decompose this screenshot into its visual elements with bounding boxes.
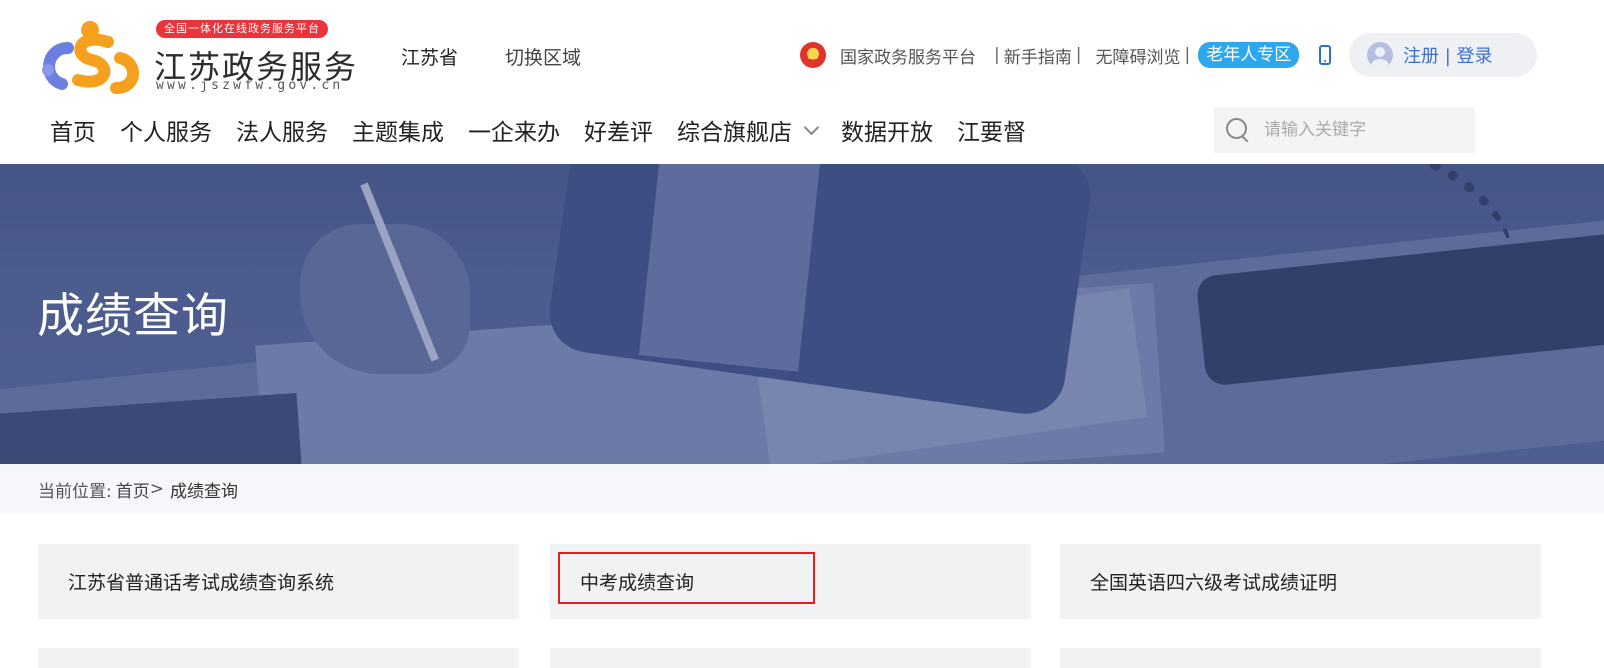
card-row-2[interactable] xyxy=(38,648,519,668)
top-links: 国家政务服务平台 | 新手指南 | 无障碍浏览 | 老年人专区 xyxy=(800,38,1332,72)
nav-item-flagship-store[interactable]: 综合旗舰店 xyxy=(677,113,820,147)
card-zhongkao-score-query[interactable]: 中考成绩查询 xyxy=(550,544,1031,619)
page-banner: 成绩查询 xyxy=(0,164,1604,464)
page-title: 成绩查询 xyxy=(37,289,229,344)
site-header: 全国一体化在线政务服务平台 江苏政务服务 www.jszwfw.gov.cn 江… xyxy=(0,0,1604,164)
nav-item-home[interactable]: 首页 xyxy=(50,113,96,147)
card-label: 全国英语四六级考试成绩证明 xyxy=(1090,572,1338,594)
nav-item-open-data[interactable]: 数据开放 xyxy=(841,113,933,147)
search-icon[interactable] xyxy=(1226,118,1250,142)
divider: | xyxy=(1184,45,1191,65)
nav-item-corporate-services[interactable]: 法人服务 xyxy=(236,113,328,147)
nav-item-personal-services[interactable]: 个人服务 xyxy=(120,113,212,147)
breadcrumb-home-link[interactable]: 首页 xyxy=(116,477,150,502)
card-mandarin-exam-query[interactable]: 江苏省普通话考试成绩查询系统 xyxy=(38,544,519,619)
breadcrumb-prefix: 当前位置: xyxy=(38,481,112,502)
nav-item-flagship-store-label: 综合旗舰店 xyxy=(677,120,792,146)
site-logo[interactable]: 全国一体化在线政务服务平台 江苏政务服务 www.jszwfw.gov.cn xyxy=(38,18,356,96)
breadcrumb: 当前位置: 首页 > 成绩查询 xyxy=(0,464,1604,514)
card-label: 江苏省普通话考试成绩查询系统 xyxy=(68,572,335,594)
card-cet-score-certificate[interactable]: 全国英语四六级考试成绩证明 xyxy=(1060,544,1541,619)
elderly-zone-button[interactable]: 老年人专区 xyxy=(1198,42,1300,68)
nav-item-one-enterprise[interactable]: 一企来办 xyxy=(468,113,560,147)
beginner-guide-link[interactable]: 新手指南 xyxy=(1004,43,1072,68)
main-nav: 首页 个人服务 法人服务 主题集成 一企来办 好差评 综合旗舰店 数据开放 江要… xyxy=(50,112,1050,148)
search-input[interactable] xyxy=(1264,120,1454,140)
national-platform-link[interactable]: 国家政务服务平台 xyxy=(840,43,976,68)
chevron-down-icon xyxy=(803,119,820,135)
divider: | xyxy=(1075,45,1082,65)
search-box xyxy=(1214,107,1475,153)
logo-mark-icon xyxy=(42,21,139,94)
logo-url: www.jszwfw.gov.cn xyxy=(156,78,344,93)
nav-item-service-rating[interactable]: 好差评 xyxy=(584,113,653,147)
current-region: 江苏省 xyxy=(401,47,459,69)
login-register-button[interactable]: 注册 | 登录 xyxy=(1349,33,1537,77)
card-row-2[interactable] xyxy=(550,648,1031,668)
user-avatar-icon xyxy=(1367,42,1393,68)
breadcrumb-separator: > xyxy=(149,479,164,499)
card-row-2[interactable] xyxy=(1060,648,1541,668)
accessible-browse-link[interactable]: 无障碍浏览 xyxy=(1095,43,1180,68)
nav-item-theme-integration[interactable]: 主题集成 xyxy=(352,113,444,147)
card-label: 中考成绩查询 xyxy=(580,572,695,594)
switch-region-link[interactable]: 切换区域 xyxy=(505,43,581,70)
logo-badge: 全国一体化在线政务服务平台 xyxy=(156,20,328,38)
login-register-label: 注册 | 登录 xyxy=(1403,46,1493,67)
national-emblem-icon xyxy=(800,42,826,68)
breadcrumb-current: 成绩查询 xyxy=(169,481,238,502)
mobile-phone-icon[interactable] xyxy=(1319,45,1332,65)
nav-item-supervision[interactable]: 江要督 xyxy=(957,113,1026,147)
divider: | xyxy=(994,45,1000,65)
